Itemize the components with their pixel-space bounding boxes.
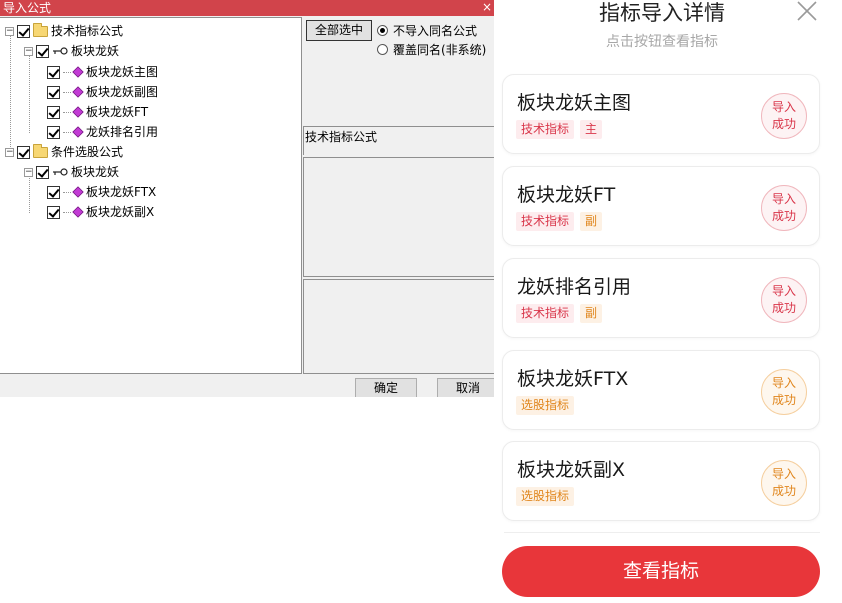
tree-subgroup-banku[interactable]: − 板块龙妖	[24, 163, 119, 181]
option-label: 不导入同名公式	[393, 24, 478, 38]
option-label: 覆盖同名(非系统)	[393, 43, 487, 57]
key-icon	[53, 168, 68, 176]
sheet-title: 指标导入详情	[599, 1, 725, 25]
tree-group-label: 条件选股公式	[51, 145, 124, 159]
close-icon[interactable]: ×	[481, 0, 493, 16]
collapse-icon[interactable]: −	[5, 26, 14, 36]
import-status-badge: 导入 成功	[761, 185, 807, 231]
tree-item-label: 板块龙妖主图	[86, 65, 159, 79]
tree-subgroup-banku[interactable]: − 板块龙妖	[24, 42, 119, 60]
folder-icon	[33, 143, 48, 158]
indicator-name: 龙妖排名引用	[517, 276, 632, 298]
formula-detail-panel	[303, 279, 494, 374]
sheet-subtitle: 点击按钮查看指标	[606, 34, 718, 50]
tree-item-label: 板块龙妖副图	[86, 85, 159, 99]
formula-type-label: 技术指标公式	[305, 130, 378, 144]
tree-subgroup-label: 板块龙妖	[71, 44, 120, 58]
type-tag: 技术指标	[516, 120, 575, 139]
formula-gem-icon	[72, 126, 84, 138]
collapse-icon[interactable]: −	[5, 147, 14, 157]
tree-item[interactable]: 板块龙妖副X	[47, 203, 154, 221]
tree-subgroup-label: 板块龙妖	[71, 165, 120, 179]
item-checkbox[interactable]	[47, 105, 60, 119]
tag-list: 技术指标 副	[516, 212, 608, 231]
tag-list: 选股指标	[516, 396, 580, 415]
indicator-name: 板块龙妖FTX	[517, 368, 629, 390]
formula-gem-icon	[72, 206, 84, 218]
list-divider	[504, 532, 820, 533]
tag-list: 技术指标 副	[516, 304, 608, 323]
subgroup-checkbox[interactable]	[36, 165, 49, 179]
formula-description-panel	[303, 157, 494, 277]
tree-connector	[29, 55, 30, 133]
import-formula-dialog: 导入公式 × − 技术指标公式 − 板块龙妖 板块龙妖主图 板块龙妖副图 板块龙…	[0, 0, 494, 397]
indicator-name: 板块龙妖副X	[517, 459, 626, 481]
formula-gem-icon	[72, 86, 84, 98]
dialog-title: 导入公式	[3, 1, 52, 15]
radio-button[interactable]	[377, 25, 388, 36]
tag-list: 选股指标	[516, 487, 580, 506]
item-checkbox[interactable]	[47, 185, 60, 199]
tree-item-label: 板块龙妖副X	[86, 205, 155, 219]
formula-gem-icon	[72, 186, 84, 198]
folder-icon	[33, 22, 48, 37]
tree-group-label: 技术指标公式	[51, 24, 124, 38]
collapse-icon[interactable]: −	[24, 46, 33, 56]
tree-group-stock-picking[interactable]: − 条件选股公式	[5, 143, 123, 161]
tree-item-label: 板块龙妖FTX	[86, 185, 157, 199]
type-tag: 选股指标	[516, 396, 575, 415]
chart-tag: 主	[580, 120, 603, 139]
tree-item[interactable]: 板块龙妖副图	[47, 83, 158, 101]
tree-item[interactable]: 板块龙妖FT	[47, 103, 148, 121]
key-icon	[53, 47, 68, 55]
formula-gem-icon	[72, 106, 84, 118]
item-checkbox[interactable]	[47, 205, 60, 219]
option-skip-duplicates[interactable]: 不导入同名公式	[377, 22, 477, 39]
type-tag: 选股指标	[516, 487, 575, 506]
import-status-badge: 导入 成功	[761, 369, 807, 415]
group-checkbox[interactable]	[17, 145, 30, 159]
view-indicators-button[interactable]: 查看指标	[502, 546, 820, 597]
chart-tag: 副	[580, 212, 603, 231]
radio-button[interactable]	[377, 44, 388, 55]
indicator-name: 板块龙妖FT	[517, 184, 616, 206]
chart-tag: 副	[580, 304, 603, 323]
group-checkbox[interactable]	[17, 24, 30, 38]
item-checkbox[interactable]	[47, 85, 60, 99]
type-tag: 技术指标	[516, 304, 575, 323]
dialog-titlebar[interactable]: 导入公式 ×	[0, 0, 494, 16]
tree-item[interactable]: 板块龙妖FTX	[47, 183, 156, 201]
option-overwrite-duplicates[interactable]: 覆盖同名(非系统)	[377, 41, 486, 58]
collapse-icon[interactable]: −	[24, 167, 33, 177]
item-checkbox[interactable]	[47, 125, 60, 139]
select-all-button[interactable]: 全部选中	[306, 20, 372, 41]
formula-gem-icon	[72, 66, 84, 78]
tree-item-label: 龙妖排名引用	[86, 125, 159, 139]
ok-button[interactable]: 确定	[355, 378, 417, 397]
tree-group-technical[interactable]: − 技术指标公式	[5, 22, 123, 40]
indicator-name: 板块龙妖主图	[517, 92, 632, 114]
close-icon[interactable]	[794, 0, 820, 24]
indicator-card[interactable]: 板块龙妖FT 技术指标 副 导入 成功	[502, 166, 820, 246]
type-tag: 技术指标	[516, 212, 575, 231]
subgroup-checkbox[interactable]	[36, 44, 49, 58]
import-status-badge: 导入 成功	[761, 460, 807, 506]
tree-item-label: 板块龙妖FT	[86, 105, 149, 119]
import-status-badge: 导入 成功	[761, 277, 807, 323]
cancel-button[interactable]: 取消	[437, 378, 494, 397]
indicator-card[interactable]: 龙妖排名引用 技术指标 副 导入 成功	[502, 258, 820, 338]
indicator-card[interactable]: 板块龙妖副X 选股指标 导入 成功	[502, 441, 820, 521]
tag-list: 技术指标 主	[516, 120, 608, 139]
indicator-card[interactable]: 板块龙妖FTX 选股指标 导入 成功	[502, 350, 820, 430]
tree-item[interactable]: 龙妖排名引用	[47, 123, 158, 141]
tree-connector	[10, 35, 11, 153]
tree-item[interactable]: 板块龙妖主图	[47, 63, 158, 81]
import-status-badge: 导入 成功	[761, 93, 807, 139]
formula-tree[interactable]: − 技术指标公式 − 板块龙妖 板块龙妖主图 板块龙妖副图 板块龙妖FT 龙妖排…	[0, 17, 302, 374]
import-details-sheet: 指标导入详情 点击按钮查看指标 板块龙妖主图 技术指标 主 导入 成功 板块龙妖F…	[494, 0, 842, 603]
indicator-card[interactable]: 板块龙妖主图 技术指标 主 导入 成功	[502, 74, 820, 154]
item-checkbox[interactable]	[47, 65, 60, 79]
